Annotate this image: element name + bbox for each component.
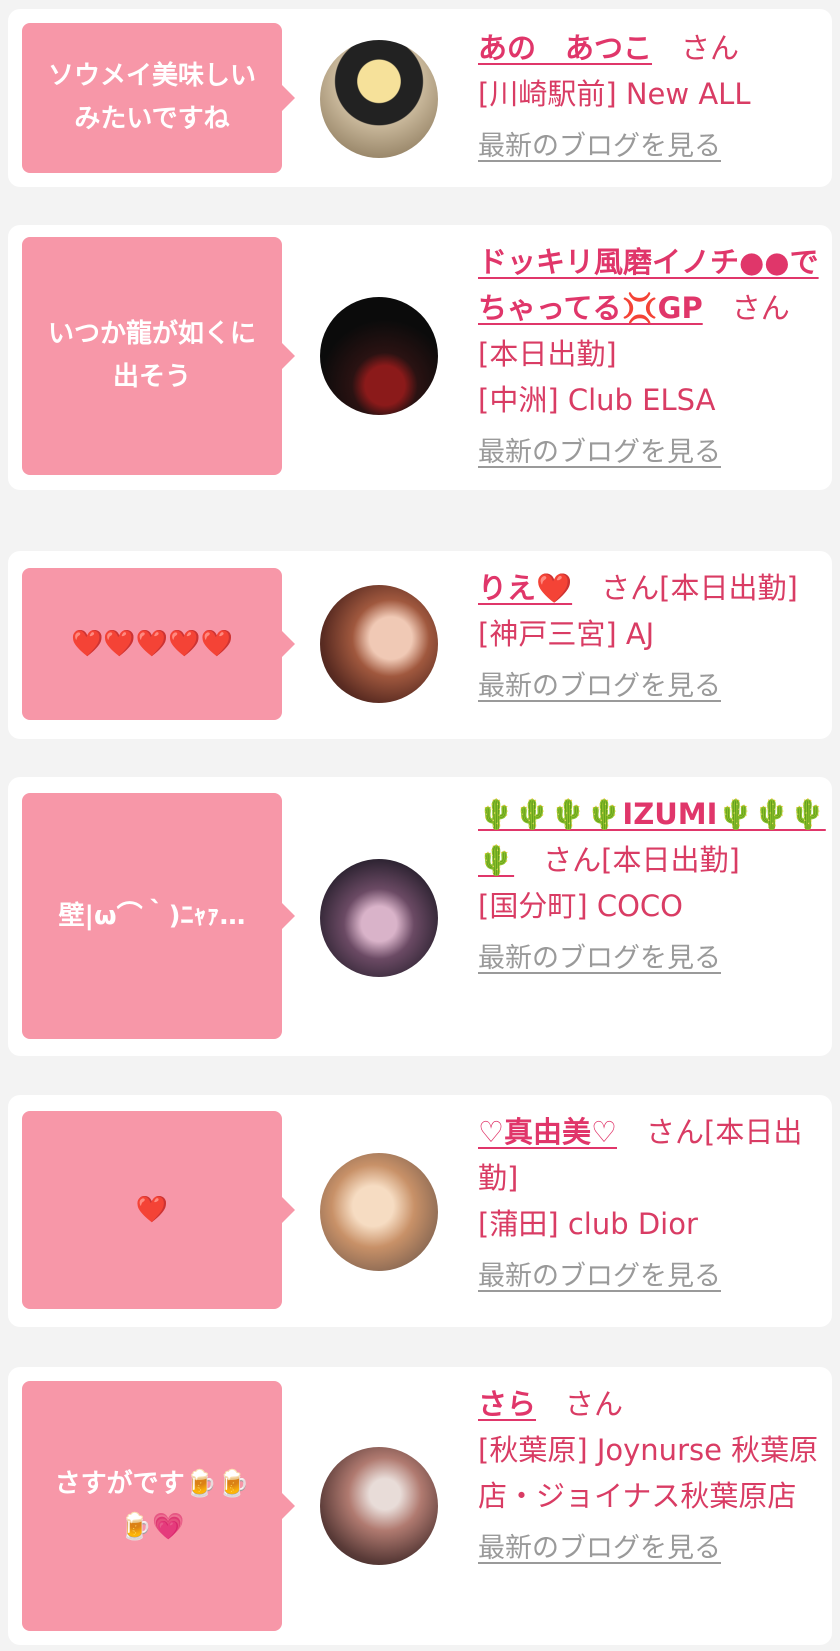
message-bubble: さすがです🍺🍺 🍺💗 <box>22 1381 295 1631</box>
blog-card: さすがです🍺🍺 🍺💗 さら さん [秋葉原] Joynurse 秋葉原店・ジョイ… <box>8 1367 832 1645</box>
avatar[interactable] <box>320 40 438 158</box>
latest-blog-link[interactable]: 最新のブログを見る <box>478 667 830 707</box>
shop-label: [神戸三宮] AJ <box>478 617 655 651</box>
latest-blog-link[interactable]: 最新のブログを見る <box>478 939 830 979</box>
avatar[interactable] <box>320 297 438 415</box>
shop-label: [蒲田] club Dior <box>478 1207 698 1241</box>
avatar[interactable] <box>320 1447 438 1565</box>
shop-label: [川崎駅前] New ALL <box>478 77 751 111</box>
blog-card: いつか龍が如くに 出そう ドッキリ風磨イノチ●●でちゃってる💢GP さん[本日出… <box>8 225 832 490</box>
blog-card: ソウメイ美味しい みたいですね あの あつこ さん [川崎駅前] New ALL… <box>8 9 832 187</box>
message-bubble: ❤️ <box>22 1111 295 1309</box>
message-bubble: いつか龍が如くに 出そう <box>22 237 295 475</box>
message-bubble: ソウメイ美味しい みたいですね <box>22 23 295 173</box>
message-bubble: 壁|ω⌒｀)ﾆｬｧ… <box>22 793 295 1039</box>
avatar[interactable] <box>320 859 438 977</box>
avatar[interactable] <box>320 585 438 703</box>
blog-card: ❤️❤️❤️❤️❤️ りえ❤️ さん[本日出勤] [神戸三宮] AJ 最新のブロ… <box>8 551 832 739</box>
avatar[interactable] <box>320 1153 438 1271</box>
message-bubble: ❤️❤️❤️❤️❤️ <box>22 568 295 720</box>
cast-name-link[interactable]: あの あつこ <box>478 31 652 65</box>
latest-blog-link[interactable]: 最新のブログを見る <box>478 433 830 473</box>
blog-card: ❤️ ♡真由美♡ さん[本日出勤] [蒲田] club Dior 最新のブログを… <box>8 1095 832 1327</box>
shop-label: [国分町] COCO <box>478 889 683 923</box>
blog-card: 壁|ω⌒｀)ﾆｬｧ… 🌵🌵🌵🌵IZUMI🌵🌵🌵🌵 さん[本日出勤] [国分町] … <box>8 777 832 1056</box>
name-suffix: さん[本日出勤] <box>543 843 740 877</box>
cast-name-link[interactable]: さら <box>478 1387 536 1421</box>
cast-name-link[interactable]: ♡真由美♡ <box>478 1115 617 1149</box>
name-suffix: さん[本日出勤] <box>601 571 798 605</box>
latest-blog-link[interactable]: 最新のブログを見る <box>478 1257 830 1297</box>
latest-blog-link[interactable]: 最新のブログを見る <box>478 127 830 167</box>
name-suffix: さん <box>565 1387 624 1421</box>
shop-label: [中洲] Club ELSA <box>478 383 716 417</box>
name-suffix: さん <box>681 31 740 65</box>
latest-blog-link[interactable]: 最新のブログを見る <box>478 1529 830 1569</box>
cast-name-link[interactable]: りえ❤️ <box>478 571 572 605</box>
shop-label: [秋葉原] Joynurse 秋葉原店・ジョイナス秋葉原店 <box>478 1433 819 1513</box>
